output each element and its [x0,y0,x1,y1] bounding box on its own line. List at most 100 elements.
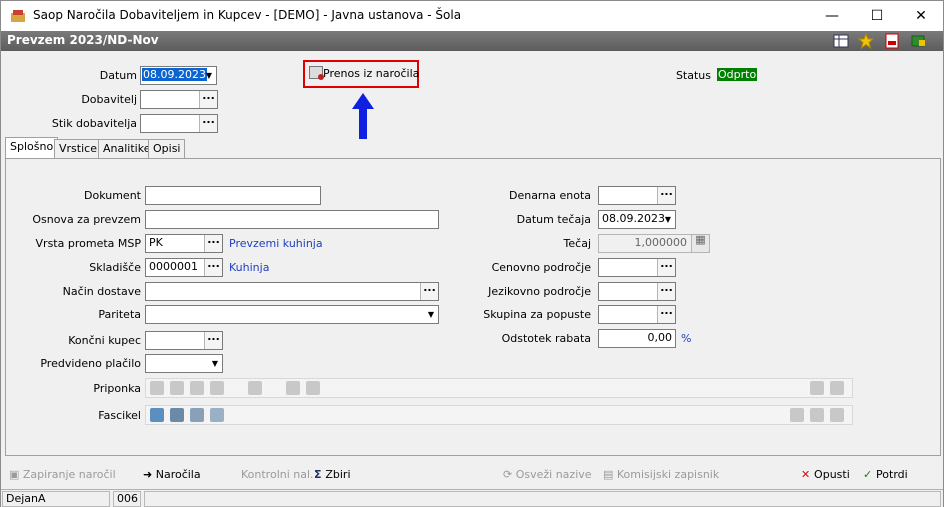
status-bar: DejanA 006 [1,489,943,507]
datum-field[interactable]: 08.09.2023 ▼ [140,66,217,85]
lock-icon[interactable] [306,381,320,395]
sign-icon[interactable] [248,381,262,395]
tab-vrstice[interactable]: Vrstice [54,139,102,159]
nacin-dostave-field[interactable]: ... [145,282,439,301]
status-code: 006 [113,491,141,507]
tab-splosno[interactable]: Splošno [5,137,59,160]
dobavitelj-label: Dobavitelj [81,93,137,106]
koncni-kupec-field[interactable]: ... [145,331,223,350]
koncni-kupec-label: Končni kupec [68,334,141,347]
delete-icon[interactable] [830,381,844,395]
nacin-dostave-label: Način dostave [62,285,141,298]
skladisce-link[interactable]: Kuhinja [229,261,269,274]
vrsta-prometa-link[interactable]: Prevzemi kuhinja [229,237,323,250]
dobavitelj-field[interactable]: ... [140,90,218,109]
osnova-field[interactable] [145,210,439,229]
status-label: Status [675,69,711,82]
datum-tecaja-field[interactable]: 08.09.2023 ▼ [598,210,676,229]
dokument-field[interactable] [145,186,321,205]
checkmark-icon: ✓ [863,468,877,481]
lookup-dots-icon[interactable]: ... [420,283,438,300]
maximize-button[interactable]: ☐ [854,1,900,31]
window-title: Saop Naročila Dobaviteljem in Kupcev - [… [33,8,462,22]
help-book-icon[interactable] [910,33,926,49]
datum-label: Datum [99,69,137,82]
skladisce-field[interactable]: 0000001 ... [145,258,223,277]
lookup-dots-icon[interactable]: ... [199,91,217,108]
vrsta-prometa-field[interactable]: PK ... [145,234,223,253]
move-icon[interactable] [810,408,824,422]
lookup-dots-icon[interactable]: ... [657,187,675,204]
pariteta-label: Pariteta [98,308,141,321]
app-icon [10,8,26,24]
dokument-label: Dokument [84,189,141,202]
jezikovno-podrocje-field[interactable]: ... [598,282,676,301]
osvezi-nazive-button[interactable]: ⟳ Osveži nazive [503,468,592,481]
link-icon[interactable] [190,381,204,395]
denarna-enota-field[interactable]: ... [598,186,676,205]
potrdi-button[interactable]: ✓ Potrdi [863,468,908,481]
chevron-down-icon[interactable]: ▼ [661,211,675,228]
fascikel-toolbar [145,405,853,425]
predvideno-placilo-field[interactable]: ▼ [145,354,223,373]
lookup-dots-icon[interactable]: ... [204,332,222,349]
import-icon[interactable] [210,381,224,395]
opusti-button[interactable]: ✕ Opusti [801,468,850,481]
cenovno-podrocje-field[interactable]: ... [598,258,676,277]
add-folder-icon[interactable] [150,408,164,422]
pdf-export-icon[interactable] [884,33,900,49]
lookup-dots-icon[interactable]: ... [204,235,222,252]
kontrolni-nal-button[interactable]: Kontrolni nal. [241,468,314,481]
archive-icon[interactable] [170,408,184,422]
priponka-toolbar [145,378,853,398]
lookup-dots-icon[interactable]: ... [657,283,675,300]
narocila-button[interactable]: ➜ Naročila [143,468,201,481]
zbiri-button[interactable]: Σ Zbiri [314,468,351,481]
scan-icon[interactable] [286,381,300,395]
lookup-dots-icon[interactable]: ... [204,259,222,276]
new-document-icon[interactable] [150,381,164,395]
cancel-x-icon: ✕ [801,468,815,481]
cenovno-podrocje-label: Cenovno področje [491,261,591,274]
title-bar: Saop Naročila Dobaviteljem in Kupcev - [… [1,1,943,31]
tecaj-label: Tečaj [563,237,591,250]
refresh-icon: ⟳ [503,468,516,481]
favorite-star-icon[interactable] [857,32,875,50]
priponka-label: Priponka [93,382,141,395]
predvideno-placilo-label: Predvideno plačilo [40,357,141,370]
lookup-dots-icon[interactable]: ... [199,115,217,132]
skupina-za-popuste-label: Skupina za popuste [483,308,591,321]
sigma-icon: Σ [314,468,326,481]
prenos-iz-narocila-button[interactable]: Prenos iz naročila [309,66,419,80]
chevron-down-icon[interactable]: ▼ [208,355,222,372]
attach-icon[interactable] [810,381,824,395]
odstotek-rabata-field[interactable]: 0,00 [598,329,676,348]
copy-icon[interactable] [790,408,804,422]
lookup-dots-icon[interactable]: ... [657,306,675,323]
skupina-za-popuste-field[interactable]: ... [598,305,676,324]
chevron-down-icon[interactable]: ▼ [424,306,438,323]
pariteta-field[interactable]: ▼ [145,305,439,324]
stik-dobavitelja-label: Stik dobavitelja [51,117,137,130]
komisijski-zapisnik-button[interactable]: ▤ Komisijski zapisnik [603,468,719,481]
zapiranje-narocil-button[interactable]: ▣ Zapiranje naročil [9,468,116,481]
status-message [144,491,941,507]
settings-icon[interactable] [830,408,844,422]
cabinet-icon[interactable] [190,408,204,422]
datum-value: 08.09.2023 [142,68,207,81]
stik-dobavitelja-field[interactable]: ... [140,114,218,133]
tab-analitike[interactable]: Analitike [98,139,156,159]
minimize-button[interactable]: — [809,1,855,31]
grid-settings-icon[interactable] [833,33,849,49]
tab-opisi[interactable]: Opisi [148,139,186,159]
close-button[interactable]: ✕ [898,1,944,31]
binder-icon[interactable] [210,408,224,422]
percent-unit: % [681,332,692,345]
fascikel-label: Fascikel [98,409,141,422]
tecaj-field: 1,000000 ▦ [598,234,710,253]
lookup-dots-icon[interactable]: ... [657,259,675,276]
report-icon: ▤ [603,468,617,481]
chevron-down-icon[interactable]: ▼ [202,67,216,84]
edit-document-icon[interactable] [170,381,184,395]
transfer-order-icon [309,66,324,80]
